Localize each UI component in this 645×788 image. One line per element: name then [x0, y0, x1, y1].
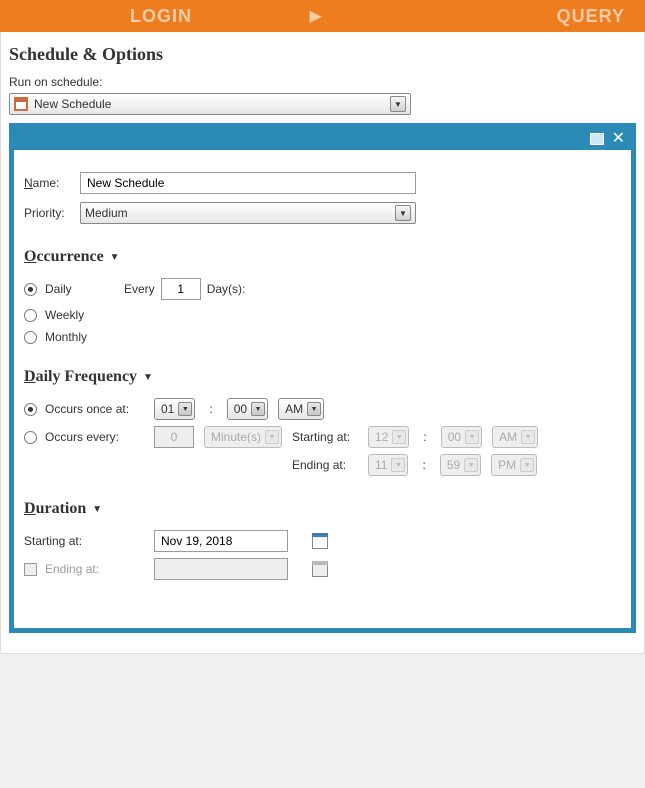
- end-ampm-select: PM▼: [491, 454, 537, 476]
- schedule-combo-value: New Schedule: [34, 97, 384, 111]
- occurs-every-unit-select: Minute(s)▼: [204, 426, 282, 448]
- occurrence-weekly-label: Weekly: [45, 308, 84, 322]
- every-label: Every: [124, 282, 155, 296]
- tab-query[interactable]: QUERY: [557, 6, 625, 27]
- every-days-input[interactable]: [161, 278, 201, 300]
- dialog-titlebar: ✕: [14, 128, 631, 150]
- start-ampm-select: AM▼: [492, 426, 538, 448]
- start-hour-select: 12▼: [368, 426, 409, 448]
- occurrence-header[interactable]: Occurrence ▼: [24, 248, 621, 266]
- run-on-schedule-label: Run on schedule:: [9, 75, 636, 89]
- page-body: Schedule & Options Run on schedule: New …: [0, 32, 645, 654]
- daily-frequency-header[interactable]: Daily Frequency ▼: [24, 368, 621, 386]
- start-minute-select: 00▼: [441, 426, 482, 448]
- occurs-once-radio[interactable]: [24, 403, 37, 416]
- wizard-topbar: LOGIN ▶ QUERY: [0, 0, 645, 32]
- page-title: Schedule & Options: [9, 44, 636, 65]
- duration-header[interactable]: Duration ▼: [24, 500, 621, 518]
- occurrence-daily-radio[interactable]: [24, 283, 37, 296]
- duration-start-date[interactable]: [154, 530, 288, 552]
- occurs-every-value: [154, 426, 194, 448]
- tab-login[interactable]: LOGIN: [130, 6, 192, 27]
- occurrence-weekly-radio[interactable]: [24, 309, 37, 322]
- starting-at-label: Starting at:: [292, 430, 358, 444]
- duration-end-date: [154, 558, 288, 580]
- once-ampm-select[interactable]: AM▼: [278, 398, 324, 420]
- days-suffix-label: Day(s):: [207, 282, 246, 296]
- duration-starting-label: Starting at:: [24, 534, 144, 548]
- duration-ending-label: Ending at:: [45, 562, 99, 576]
- schedule-combo[interactable]: New Schedule ▼: [9, 93, 411, 115]
- schedule-dialog: ✕ Name: Priority: Medium ▼ Occurrence ▼: [9, 123, 636, 633]
- priority-select[interactable]: Medium ▼: [80, 202, 416, 224]
- chevron-down-icon: ▼: [395, 205, 411, 221]
- priority-label: Priority:: [24, 206, 80, 220]
- chevron-down-icon: ▼: [110, 252, 120, 263]
- end-minute-select: 59▼: [440, 454, 481, 476]
- duration-ending-checkbox[interactable]: [24, 563, 37, 576]
- occurrence-monthly-label: Monthly: [45, 330, 87, 344]
- chevron-down-icon: ▼: [92, 504, 102, 515]
- occurs-once-label: Occurs once at:: [45, 402, 129, 416]
- calendar-icon: [312, 561, 328, 577]
- close-icon[interactable]: ✕: [612, 131, 625, 147]
- occurs-every-radio[interactable]: [24, 431, 37, 444]
- calendar-icon: [14, 97, 28, 111]
- chevron-down-icon: ▼: [143, 372, 153, 383]
- window-icon[interactable]: [590, 133, 604, 145]
- occurs-every-label: Occurs every:: [45, 430, 119, 444]
- chevron-right-icon: ▶: [309, 6, 321, 26]
- occurrence-monthly-radio[interactable]: [24, 331, 37, 344]
- once-hour-select[interactable]: 01▼: [154, 398, 195, 420]
- name-input[interactable]: [80, 172, 416, 194]
- name-label: Name:: [24, 176, 80, 190]
- calendar-icon[interactable]: [312, 533, 328, 549]
- occurrence-daily-label: Daily: [45, 282, 72, 296]
- priority-value: Medium: [85, 206, 389, 220]
- ending-at-label: Ending at:: [292, 458, 358, 472]
- chevron-down-icon: ▼: [390, 96, 406, 112]
- end-hour-select: 11▼: [368, 454, 408, 476]
- once-minute-select[interactable]: 00▼: [227, 398, 268, 420]
